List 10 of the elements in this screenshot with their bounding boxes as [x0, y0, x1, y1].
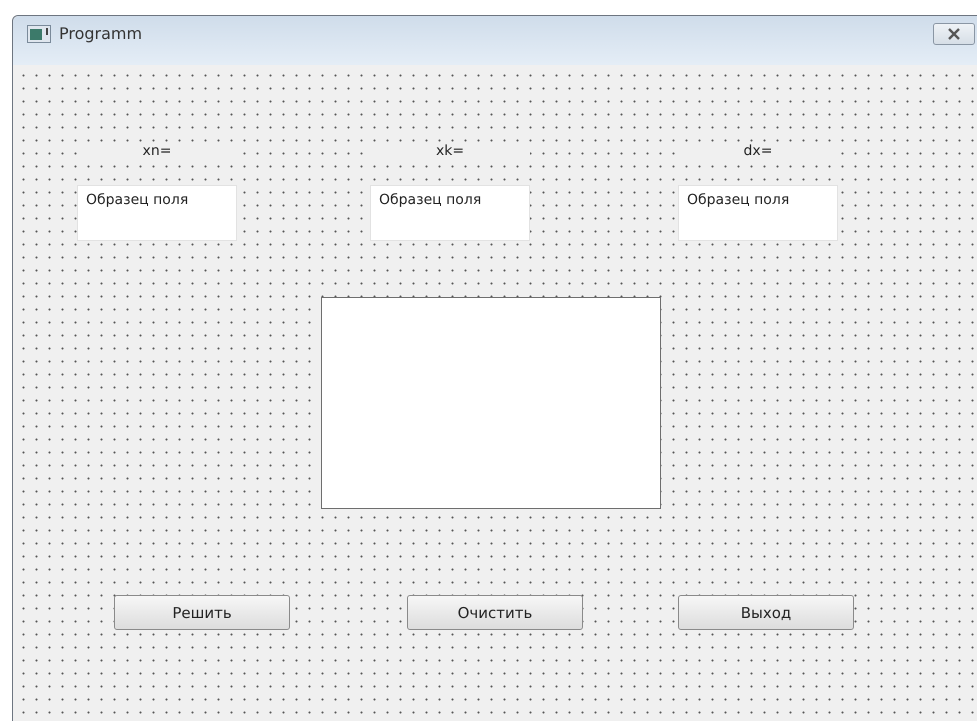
- close-icon: [947, 28, 961, 40]
- input-field[interactable]: Образец поля: [370, 185, 530, 241]
- input-field[interactable]: Образец поля: [77, 185, 237, 241]
- input-field[interactable]: Образец поля: [678, 185, 838, 241]
- window-title: Programm: [59, 24, 142, 43]
- form-button[interactable]: Решить: [114, 595, 290, 630]
- form-button[interactable]: Очистить: [407, 595, 583, 630]
- form-button[interactable]: Выход: [678, 595, 854, 630]
- close-button[interactable]: [933, 22, 975, 44]
- window-icon: [27, 24, 51, 42]
